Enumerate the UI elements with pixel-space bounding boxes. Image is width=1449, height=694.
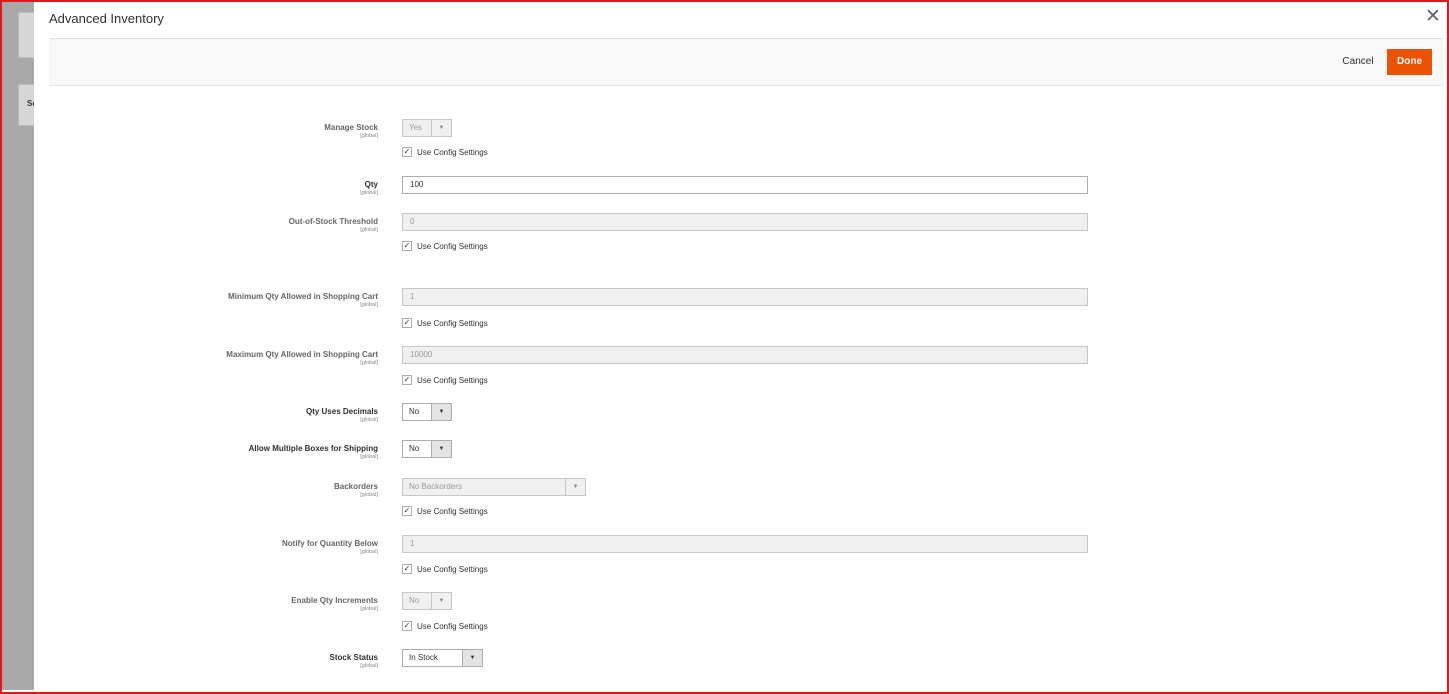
chevron-down-icon: ▼ bbox=[431, 441, 451, 457]
stock-status-select[interactable]: In Stock ▼ bbox=[402, 649, 483, 667]
done-button[interactable]: Done bbox=[1387, 49, 1432, 75]
enable-qty-increments-select[interactable]: No ▼ bbox=[402, 592, 452, 610]
checkbox-checked-icon[interactable]: ✓ bbox=[402, 506, 412, 516]
modal-action-bar: Cancel Done bbox=[49, 38, 1443, 86]
use-config-label: Use Config Settings bbox=[417, 564, 488, 574]
min-qty-cart-scope: [global] bbox=[360, 302, 378, 308]
chevron-down-icon: ▼ bbox=[431, 120, 451, 136]
stock-status-scope: [global] bbox=[360, 663, 378, 669]
allow-multiple-boxes-label-text: Allow Multiple Boxes for Shipping bbox=[248, 444, 378, 453]
min-qty-cart-input[interactable]: 1 bbox=[402, 288, 1088, 306]
manage-stock-select[interactable]: Yes ▼ bbox=[402, 119, 452, 137]
enable-qty-increments-value: No bbox=[409, 596, 420, 605]
use-config-label: Use Config Settings bbox=[417, 621, 488, 631]
backorders-select[interactable]: No Backorders ▼ bbox=[402, 478, 586, 496]
max-qty-cart-scope: [global] bbox=[360, 360, 378, 366]
modal-title: Advanced Inventory bbox=[49, 11, 164, 26]
out-of-stock-threshold-input[interactable]: 0 bbox=[402, 213, 1088, 231]
notify-qty-below-use-config[interactable]: ✓ Use Config Settings bbox=[402, 563, 488, 575]
use-config-label: Use Config Settings bbox=[417, 506, 488, 516]
qty-uses-decimals-label: Qty Uses Decimals [global] bbox=[118, 407, 378, 423]
notify-qty-below-input[interactable]: 1 bbox=[402, 535, 1088, 553]
manage-stock-value: Yes bbox=[409, 123, 423, 132]
backorders-scope: [global] bbox=[360, 492, 378, 498]
chevron-down-icon: ▼ bbox=[462, 650, 482, 666]
min-qty-cart-label-text: Minimum Qty Allowed in Shopping Cart bbox=[228, 292, 378, 301]
qty-input[interactable]: 100 bbox=[402, 176, 1088, 194]
stock-status-label-text: Stock Status bbox=[329, 653, 378, 662]
max-qty-cart-label-text: Maximum Qty Allowed in Shopping Cart bbox=[226, 350, 378, 359]
chevron-down-icon: ▼ bbox=[431, 404, 451, 420]
backorders-label-text: Backorders bbox=[333, 482, 378, 491]
allow-multiple-boxes-value: No bbox=[409, 444, 420, 453]
use-config-label: Use Config Settings bbox=[417, 241, 488, 251]
min-qty-cart-label: Minimum Qty Allowed in Shopping Cart [gl… bbox=[118, 292, 378, 308]
stock-status-label: Stock Status [global] bbox=[118, 653, 378, 669]
max-qty-cart-label: Maximum Qty Allowed in Shopping Cart [gl… bbox=[118, 350, 378, 366]
manage-stock-label-text: Manage Stock bbox=[324, 123, 378, 132]
manage-stock-scope: [global] bbox=[360, 133, 378, 139]
notify-qty-below-label-text: Notify for Quantity Below bbox=[282, 539, 378, 548]
qty-uses-decimals-value: No bbox=[409, 407, 420, 416]
backorders-value: No Backorders bbox=[409, 482, 462, 491]
manage-stock-label: Manage Stock [global] bbox=[118, 123, 378, 139]
out-of-stock-threshold-use-config[interactable]: ✓ Use Config Settings bbox=[402, 240, 488, 252]
stock-status-value: In Stock bbox=[409, 653, 438, 662]
enable-qty-increments-label: Enable Qty Increments [global] bbox=[118, 596, 378, 612]
qty-scope: [global] bbox=[360, 190, 378, 196]
enable-qty-increments-use-config[interactable]: ✓ Use Config Settings bbox=[402, 620, 488, 632]
use-config-label: Use Config Settings bbox=[417, 375, 488, 385]
checkbox-checked-icon[interactable]: ✓ bbox=[402, 147, 412, 157]
use-config-label: Use Config Settings bbox=[417, 147, 488, 157]
qty-uses-decimals-select[interactable]: No ▼ bbox=[402, 403, 452, 421]
qty-label: Qty [global] bbox=[118, 180, 378, 196]
chevron-down-icon: ▼ bbox=[431, 593, 451, 609]
max-qty-cart-input[interactable]: 10000 bbox=[402, 346, 1088, 364]
enable-qty-increments-scope: [global] bbox=[360, 606, 378, 612]
checkbox-checked-icon[interactable]: ✓ bbox=[402, 564, 412, 574]
max-qty-cart-use-config[interactable]: ✓ Use Config Settings bbox=[402, 374, 488, 386]
out-of-stock-threshold-label-text: Out-of-Stock Threshold bbox=[288, 217, 378, 226]
qty-label-text: Qty bbox=[364, 180, 378, 189]
advanced-inventory-modal: Advanced Inventory ✕ Cancel Done Manage … bbox=[34, 2, 1443, 690]
qty-uses-decimals-label-text: Qty Uses Decimals bbox=[305, 407, 378, 416]
enable-qty-increments-label-text: Enable Qty Increments bbox=[291, 596, 378, 605]
allow-multiple-boxes-scope: [global] bbox=[360, 454, 378, 460]
out-of-stock-threshold-scope: [global] bbox=[360, 227, 378, 233]
checkbox-checked-icon[interactable]: ✓ bbox=[402, 241, 412, 251]
close-icon[interactable]: ✕ bbox=[1425, 7, 1441, 26]
allow-multiple-boxes-label: Allow Multiple Boxes for Shipping [globa… bbox=[118, 444, 378, 460]
chevron-down-icon: ▼ bbox=[565, 479, 585, 495]
allow-multiple-boxes-select[interactable]: No ▼ bbox=[402, 440, 452, 458]
manage-stock-use-config[interactable]: ✓ Use Config Settings bbox=[402, 146, 488, 158]
checkbox-checked-icon[interactable]: ✓ bbox=[402, 375, 412, 385]
backorders-label: Backorders [global] bbox=[118, 482, 378, 498]
cancel-button[interactable]: Cancel bbox=[1338, 50, 1378, 74]
notify-qty-below-label: Notify for Quantity Below [global] bbox=[118, 539, 378, 555]
qty-uses-decimals-scope: [global] bbox=[360, 417, 378, 423]
use-config-label: Use Config Settings bbox=[417, 318, 488, 328]
backorders-use-config[interactable]: ✓ Use Config Settings bbox=[402, 505, 488, 517]
min-qty-cart-use-config[interactable]: ✓ Use Config Settings bbox=[402, 317, 488, 329]
out-of-stock-threshold-label: Out-of-Stock Threshold [global] bbox=[118, 217, 378, 233]
checkbox-checked-icon[interactable]: ✓ bbox=[402, 621, 412, 631]
notify-qty-below-scope: [global] bbox=[360, 549, 378, 555]
checkbox-checked-icon[interactable]: ✓ bbox=[402, 318, 412, 328]
